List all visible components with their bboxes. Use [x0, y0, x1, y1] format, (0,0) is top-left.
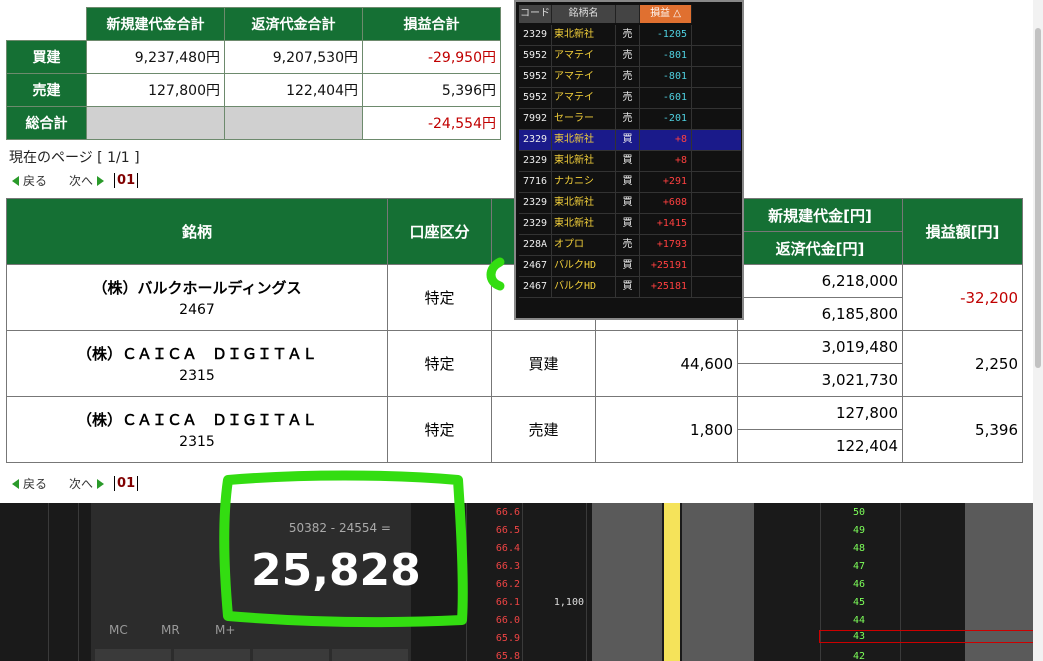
list-name: 東北新社	[552, 151, 616, 171]
list-side: 売	[616, 109, 640, 129]
list-item[interactable]: 7992 セーラー売 -201	[519, 109, 741, 130]
list-name: セーラー	[552, 109, 616, 129]
list-item[interactable]: 228A オプロ売 +1793	[519, 235, 741, 256]
list-code: 5952	[519, 67, 552, 87]
list-item[interactable]: 2329 東北新社買 +8	[519, 130, 741, 151]
list-side: 買	[616, 193, 640, 213]
list-code: 2329	[519, 151, 552, 171]
list-name: 東北新社	[552, 25, 616, 45]
list-pl: +25181	[640, 277, 692, 297]
list-side: 売	[616, 88, 640, 108]
list-code: 2329	[519, 130, 552, 150]
list-code: 7716	[519, 172, 552, 192]
list-item[interactable]: 2329 東北新社買 +1415	[519, 214, 741, 235]
scrollbar-thumb[interactable]	[1035, 28, 1041, 368]
list-pl: +1793	[640, 235, 692, 255]
list-name: バルクHD	[552, 277, 616, 297]
list-code: 5952	[519, 46, 552, 66]
list-name: アマテイ	[552, 67, 616, 87]
annotation-box	[219, 470, 468, 628]
page-scrollbar[interactable]	[1033, 0, 1043, 661]
list-pl: +291	[640, 172, 692, 192]
list-item[interactable]: 5952 アマテイ売 -801	[519, 67, 741, 88]
list-name: アマテイ	[552, 88, 616, 108]
list-pl: -1205	[640, 25, 692, 45]
list-code: 2467	[519, 277, 552, 297]
list-item[interactable]: 5952 アマテイ売 -601	[519, 88, 741, 109]
col-pl-sorted[interactable]: 損益 △	[640, 5, 692, 23]
list-pl: -801	[640, 46, 692, 66]
list-side: 売	[616, 46, 640, 66]
list-name: アマテイ	[552, 46, 616, 66]
list-pl: +1415	[640, 214, 692, 234]
list-side: 売	[616, 67, 640, 87]
list-pl: +608	[640, 193, 692, 213]
list-code: 228A	[519, 235, 552, 255]
list-item[interactable]: 5952 アマテイ売 -801	[519, 46, 741, 67]
list-code: 5952	[519, 88, 552, 108]
annotation-left-bracket	[486, 257, 505, 291]
list-pl: -601	[640, 88, 692, 108]
list-side: 売	[616, 235, 640, 255]
list-side: 買	[616, 151, 640, 171]
list-side: 買	[616, 256, 640, 276]
list-pl: -801	[640, 67, 692, 87]
list-name: ナカニシ	[552, 172, 616, 192]
list-pl: +25191	[640, 256, 692, 276]
list-item[interactable]: 2329 東北新社買 +608	[519, 193, 741, 214]
list-code: 2467	[519, 256, 552, 276]
list-code: 7992	[519, 109, 552, 129]
col-code[interactable]: コード	[519, 5, 552, 23]
list-side: 買	[616, 172, 640, 192]
screenshot-root: 新規建代金合計 返済代金合計 損益合計 買建 9,237,480円 9,207,…	[0, 0, 1043, 661]
col-name[interactable]: 銘柄名	[552, 5, 616, 23]
list-pl: -201	[640, 109, 692, 129]
list-item[interactable]: 7716 ナカニシ買 +291	[519, 172, 741, 193]
list-side: 買	[616, 130, 640, 150]
list-pl: +8	[640, 130, 692, 150]
list-item[interactable]: 2329 東北新社買 +8	[519, 151, 741, 172]
list-item[interactable]: 2467 バルクHD 買 +25191	[519, 256, 741, 277]
list-name: 東北新社	[552, 193, 616, 213]
list-pl: +8	[640, 151, 692, 171]
list-name: オプロ	[552, 235, 616, 255]
list-item[interactable]: 2467 バルクHD 買 +25181	[519, 277, 741, 298]
list-side: 売	[616, 25, 640, 45]
list-code: 2329	[519, 193, 552, 213]
list-code: 2329	[519, 214, 552, 234]
list-side: 買	[616, 277, 640, 297]
list-item[interactable]: 2329 東北新社売 -1205	[519, 25, 741, 46]
list-name: バルクHD	[552, 256, 616, 276]
position-list-header: コード 銘柄名 損益 △	[519, 5, 692, 23]
col-side[interactable]	[616, 5, 640, 23]
list-name: 東北新社	[552, 214, 616, 234]
list-side: 買	[616, 214, 640, 234]
list-name: 東北新社	[552, 130, 616, 150]
list-code: 2329	[519, 25, 552, 45]
position-list-window: コード 銘柄名 損益 △ 2329 東北新社売 -1205 5952 アマテイ売 -801…	[514, 0, 744, 320]
